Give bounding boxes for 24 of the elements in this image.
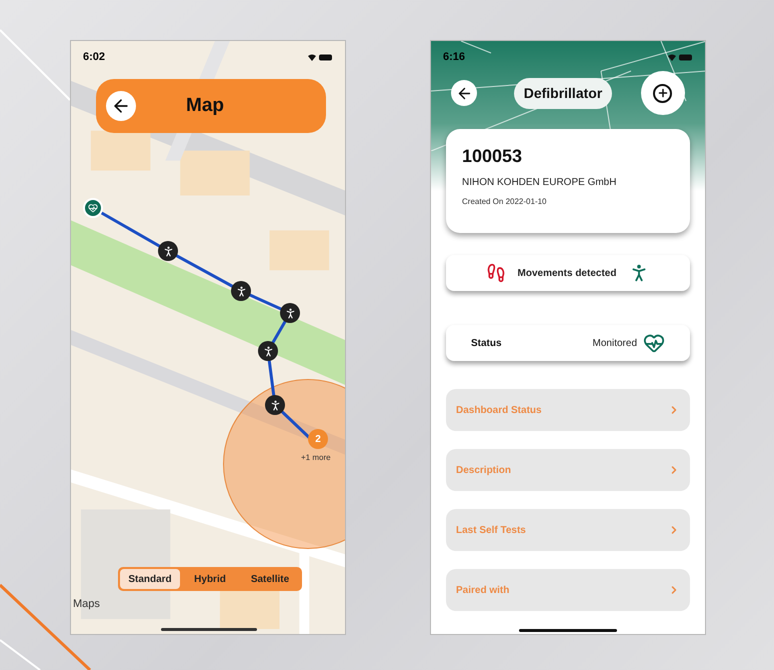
device-id: 100053 [462, 147, 524, 165]
menu-item[interactable]: Dashboard Status [446, 389, 690, 431]
menu-item[interactable]: Description [446, 449, 690, 491]
status-value: Monitored [592, 336, 637, 350]
wifi-battery-icon [667, 52, 693, 62]
map-type-tab[interactable]: Hybrid [180, 569, 240, 589]
wifi-battery-icon [307, 52, 333, 62]
created-date: Created On 2022-01-10 [462, 196, 548, 208]
menu-item[interactable]: Last Self Tests [446, 509, 690, 551]
heart-pulse-icon [643, 332, 665, 354]
maps-attribution: Maps [73, 597, 100, 612]
status-time: 6:16 [443, 50, 466, 65]
menu-item[interactable]: Paired with [446, 569, 690, 611]
movement-text: Movements detected [518, 266, 616, 280]
status-label: Status [471, 336, 502, 350]
manufacturer: NIHON KOHDEN EUROPE GmbH [462, 176, 618, 190]
back-button[interactable] [106, 91, 136, 121]
screen-title: Defibrillator [514, 78, 612, 108]
map-type-tab[interactable]: Standard [120, 569, 180, 589]
status-time: 6:02 [83, 50, 106, 65]
cluster-caption: +1 more [301, 452, 331, 464]
map-type-tab[interactable]: Satellite [240, 569, 300, 589]
add-icon [653, 84, 672, 102]
screen-title: Map [186, 94, 224, 118]
